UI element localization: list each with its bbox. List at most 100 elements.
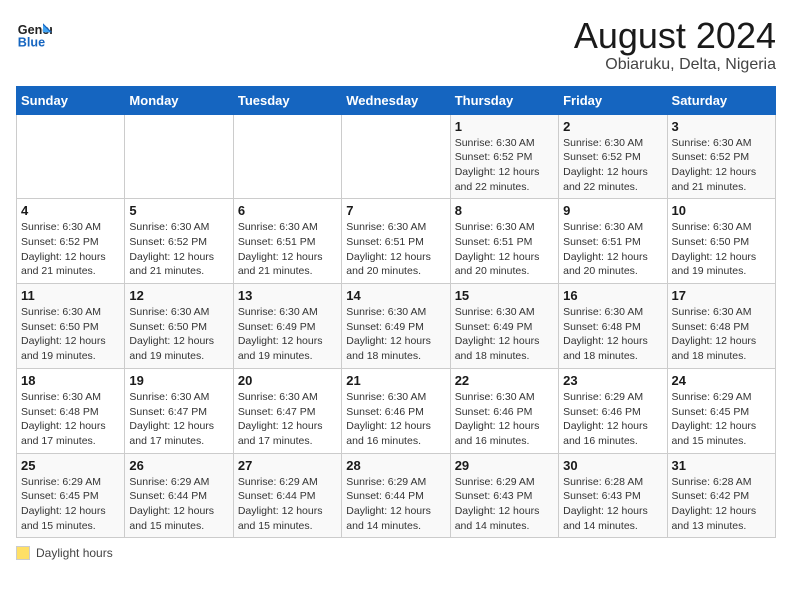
day-number: 21 [346, 373, 445, 388]
column-header-tuesday: Tuesday [233, 86, 341, 114]
calendar-header: SundayMondayTuesdayWednesdayThursdayFrid… [17, 86, 776, 114]
calendar-cell: 3 Sunrise: 6:30 AMSunset: 6:52 PMDaylight… [667, 114, 775, 199]
day-info: Sunrise: 6:30 AMSunset: 6:52 PMDaylight:… [21, 220, 120, 279]
calendar-cell: 6 Sunrise: 6:30 AMSunset: 6:51 PMDaylight… [233, 199, 341, 284]
day-number: 31 [672, 458, 771, 473]
day-number: 17 [672, 288, 771, 303]
day-number: 18 [21, 373, 120, 388]
calendar-cell: 2Sunrise: 6:30 AMSunset: 6:52 PMDaylight… [559, 114, 667, 199]
day-info: Sunrise: 6:29 AMSunset: 6:43 PMDaylight:… [455, 475, 554, 534]
day-number: 9 [563, 203, 662, 218]
legend-box [16, 546, 30, 560]
logo: General Blue [16, 16, 52, 52]
calendar-cell: 28 Sunrise: 6:29 AMSunset: 6:44 PMDayligh… [342, 453, 450, 538]
day-number: 14 [346, 288, 445, 303]
day-info: Sunrise: 6:30 AMSunset: 6:49 PMDaylight:… [346, 305, 445, 364]
calendar-cell: 31 Sunrise: 6:28 AMSunset: 6:42 PMDayligh… [667, 453, 775, 538]
calendar-cell: 10 Sunrise: 6:30 AMSunset: 6:50 PMDayligh… [667, 199, 775, 284]
day-number: 27 [238, 458, 337, 473]
title-block: August 2024 Obiaruku, Delta, Nigeria [574, 16, 776, 74]
svg-text:Blue: Blue [18, 36, 45, 50]
day-info: Sunrise: 6:30 AMSunset: 6:50 PMDaylight:… [672, 220, 771, 279]
day-info: Sunrise: 6:30 AMSunset: 6:51 PMDaylight:… [455, 220, 554, 279]
day-number: 6 [238, 203, 337, 218]
day-number: 19 [129, 373, 228, 388]
calendar-cell: 9 Sunrise: 6:30 AMSunset: 6:51 PMDaylight… [559, 199, 667, 284]
day-info: Sunrise: 6:29 AMSunset: 6:44 PMDaylight:… [129, 475, 228, 534]
calendar-cell: 11 Sunrise: 6:30 AMSunset: 6:50 PMDayligh… [17, 284, 125, 369]
day-info: Sunrise: 6:30 AMSunset: 6:50 PMDaylight:… [21, 305, 120, 364]
calendar-cell: 22Sunrise: 6:30 AMSunset: 6:46 PMDayligh… [450, 368, 558, 453]
week-row-1: 1 Sunrise: 6:30 AMSunset: 6:52 PMDaylight… [17, 114, 776, 199]
day-number: 3 [672, 119, 771, 134]
calendar-cell: 25Sunrise: 6:29 AMSunset: 6:45 PMDayligh… [17, 453, 125, 538]
day-info: Sunrise: 6:28 AMSunset: 6:42 PMDaylight:… [672, 475, 771, 534]
day-number: 24 [672, 373, 771, 388]
day-number: 22 [455, 373, 554, 388]
calendar-cell: 20Sunrise: 6:30 AMSunset: 6:47 PMDayligh… [233, 368, 341, 453]
calendar-cell: 4 Sunrise: 6:30 AMSunset: 6:52 PMDaylight… [17, 199, 125, 284]
calendar-cell: 13Sunrise: 6:30 AMSunset: 6:49 PMDayligh… [233, 284, 341, 369]
day-info: Sunrise: 6:30 AMSunset: 6:52 PMDaylight:… [672, 136, 771, 195]
calendar-cell: 21 Sunrise: 6:30 AMSunset: 6:46 PMDayligh… [342, 368, 450, 453]
column-header-sunday: Sunday [17, 86, 125, 114]
calendar-table: SundayMondayTuesdayWednesdayThursdayFrid… [16, 86, 776, 539]
day-number: 26 [129, 458, 228, 473]
calendar-cell [125, 114, 233, 199]
day-number: 4 [21, 203, 120, 218]
column-header-wednesday: Wednesday [342, 86, 450, 114]
day-info: Sunrise: 6:30 AMSunset: 6:51 PMDaylight:… [238, 220, 337, 279]
day-info: Sunrise: 6:29 AMSunset: 6:45 PMDaylight:… [21, 475, 120, 534]
week-row-3: 11 Sunrise: 6:30 AMSunset: 6:50 PMDayligh… [17, 284, 776, 369]
calendar-cell: 8Sunrise: 6:30 AMSunset: 6:51 PMDaylight… [450, 199, 558, 284]
calendar-cell: 16 Sunrise: 6:30 AMSunset: 6:48 PMDayligh… [559, 284, 667, 369]
page-header: General Blue August 2024 Obiaruku, Delta… [16, 16, 776, 74]
day-number: 1 [455, 119, 554, 134]
calendar-cell: 23Sunrise: 6:29 AMSunset: 6:46 PMDayligh… [559, 368, 667, 453]
day-number: 10 [672, 203, 771, 218]
day-info: Sunrise: 6:30 AMSunset: 6:49 PMDaylight:… [238, 305, 337, 364]
day-number: 30 [563, 458, 662, 473]
day-info: Sunrise: 6:29 AMSunset: 6:45 PMDaylight:… [672, 390, 771, 449]
day-number: 7 [346, 203, 445, 218]
day-info: Sunrise: 6:30 AMSunset: 6:48 PMDaylight:… [21, 390, 120, 449]
location: Obiaruku, Delta, Nigeria [574, 56, 776, 74]
logo-icon: General Blue [16, 16, 52, 52]
calendar-cell: 26 Sunrise: 6:29 AMSunset: 6:44 PMDayligh… [125, 453, 233, 538]
calendar-cell: 5Sunrise: 6:30 AMSunset: 6:52 PMDaylight… [125, 199, 233, 284]
day-info: Sunrise: 6:29 AMSunset: 6:44 PMDaylight:… [346, 475, 445, 534]
calendar-cell: 15 Sunrise: 6:30 AMSunset: 6:49 PMDayligh… [450, 284, 558, 369]
day-number: 29 [455, 458, 554, 473]
column-header-friday: Friday [559, 86, 667, 114]
calendar-cell: 19Sunrise: 6:30 AMSunset: 6:47 PMDayligh… [125, 368, 233, 453]
day-number: 16 [563, 288, 662, 303]
calendar-cell: 12Sunrise: 6:30 AMSunset: 6:50 PMDayligh… [125, 284, 233, 369]
day-info: Sunrise: 6:30 AMSunset: 6:46 PMDaylight:… [346, 390, 445, 449]
day-number: 20 [238, 373, 337, 388]
day-info: Sunrise: 6:29 AMSunset: 6:44 PMDaylight:… [238, 475, 337, 534]
week-row-2: 4 Sunrise: 6:30 AMSunset: 6:52 PMDaylight… [17, 199, 776, 284]
week-row-4: 18 Sunrise: 6:30 AMSunset: 6:48 PMDayligh… [17, 368, 776, 453]
day-info: Sunrise: 6:30 AMSunset: 6:49 PMDaylight:… [455, 305, 554, 364]
day-info: Sunrise: 6:30 AMSunset: 6:48 PMDaylight:… [563, 305, 662, 364]
calendar-cell: 14 Sunrise: 6:30 AMSunset: 6:49 PMDayligh… [342, 284, 450, 369]
day-info: Sunrise: 6:30 AMSunset: 6:52 PMDaylight:… [455, 136, 554, 195]
day-number: 11 [21, 288, 120, 303]
day-info: Sunrise: 6:30 AMSunset: 6:51 PMDaylight:… [563, 220, 662, 279]
calendar-cell: 18 Sunrise: 6:30 AMSunset: 6:48 PMDayligh… [17, 368, 125, 453]
column-header-monday: Monday [125, 86, 233, 114]
day-info: Sunrise: 6:28 AMSunset: 6:43 PMDaylight:… [563, 475, 662, 534]
week-row-5: 25Sunrise: 6:29 AMSunset: 6:45 PMDayligh… [17, 453, 776, 538]
day-number: 12 [129, 288, 228, 303]
month-title: August 2024 [574, 16, 776, 56]
day-number: 15 [455, 288, 554, 303]
day-info: Sunrise: 6:30 AMSunset: 6:52 PMDaylight:… [563, 136, 662, 195]
legend-label: Daylight hours [36, 546, 113, 560]
day-info: Sunrise: 6:30 AMSunset: 6:51 PMDaylight:… [346, 220, 445, 279]
calendar-cell [233, 114, 341, 199]
calendar-cell: 1 Sunrise: 6:30 AMSunset: 6:52 PMDaylight… [450, 114, 558, 199]
day-info: Sunrise: 6:30 AMSunset: 6:48 PMDaylight:… [672, 305, 771, 364]
calendar-cell: 30 Sunrise: 6:28 AMSunset: 6:43 PMDayligh… [559, 453, 667, 538]
day-number: 28 [346, 458, 445, 473]
column-header-thursday: Thursday [450, 86, 558, 114]
